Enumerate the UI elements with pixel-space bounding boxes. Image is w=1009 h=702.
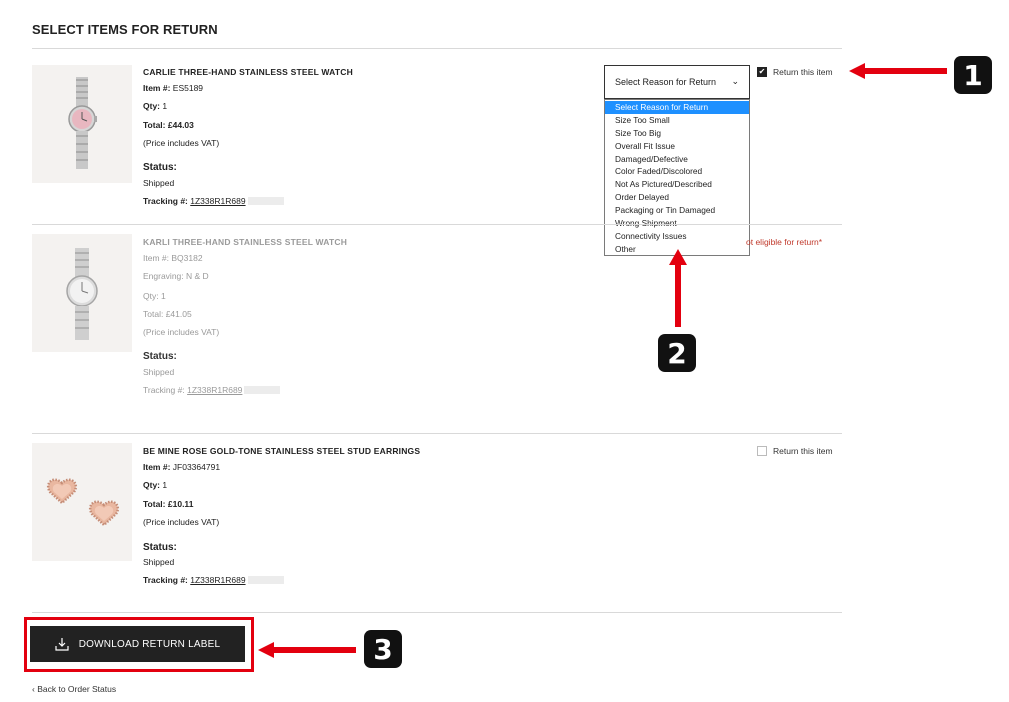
tracking-line: Tracking #: 1Z338R1R689 (143, 196, 284, 206)
product-name: KARLI THREE-HAND STAINLESS STEEL WATCH (143, 237, 348, 247)
engraving-line: Engraving: N & D (143, 271, 209, 281)
item-divider (32, 433, 842, 434)
return-checkbox-checked[interactable]: ✔ (757, 67, 767, 77)
item-number-line: Item #: ES5189 (143, 83, 203, 93)
return-this-item-1[interactable]: ✔ Return this item (757, 67, 833, 77)
item-number-line: Item #: JF03364791 (143, 462, 220, 472)
reason-option[interactable]: Connectivity Issues (605, 230, 749, 243)
page-title: SELECT ITEMS FOR RETURN (32, 22, 218, 37)
total-label: Total: (143, 499, 166, 509)
total-label: Total: (143, 309, 164, 319)
status-label: Status: (143, 162, 177, 173)
vat-note: (Price includes VAT) (143, 138, 220, 148)
back-to-order-status-link[interactable]: ‹ Back to Order Status (32, 684, 116, 694)
engraving-value: N & D (186, 271, 209, 281)
download-icon (55, 638, 69, 651)
annotation-arrow-left-3 (258, 642, 356, 658)
qty-value: 1 (162, 480, 168, 490)
item-divider (32, 224, 842, 225)
item-number: JF03364791 (172, 462, 221, 472)
qty-line: Qty: 1 (143, 291, 166, 301)
vat-note: (Price includes VAT) (143, 327, 220, 337)
tracking-label: Tracking #: (143, 385, 185, 395)
product-image-carlie-watch[interactable] (32, 65, 132, 183)
item-number-line: Item #: BQ3182 (143, 253, 203, 263)
vat-note: (Price includes VAT) (143, 517, 220, 527)
reason-option[interactable]: Color Faded/Discolored (605, 165, 749, 178)
item-number-label: Item #: (143, 253, 169, 263)
reason-select[interactable]: Select Reason for Return ⌄ (604, 65, 750, 99)
annotation-badge-3: 3 (364, 630, 402, 668)
chevron-down-icon: ⌄ (731, 76, 739, 86)
annotation-badge-2: 2 (658, 334, 696, 372)
back-link-label: Back to Order Status (37, 684, 117, 694)
annotation-badge-1: 1 (954, 56, 992, 94)
tracking-link[interactable]: 1Z338R1R689 (187, 385, 242, 395)
watch-pink-dial-icon (32, 65, 132, 183)
annotation-arrow-up-2 (669, 249, 687, 327)
reason-dropdown-list: Select Reason for Return Size Too Small … (604, 99, 750, 256)
return-checkbox[interactable] (757, 446, 767, 456)
annotation-arrow-left-1 (849, 63, 947, 79)
qty-value: 1 (160, 291, 166, 301)
total-line: Total: £41.05 (143, 309, 192, 319)
total-value: £41.05 (165, 309, 192, 319)
total-value: £10.11 (167, 499, 194, 509)
item-number: BQ3182 (171, 253, 203, 263)
title-divider (32, 48, 842, 49)
status-value: Shipped (143, 557, 175, 567)
reason-select-value: Select Reason for Return (615, 77, 717, 87)
return-this-item-3[interactable]: Return this item (757, 446, 833, 456)
qty-line: Qty: 1 (143, 480, 167, 490)
item-number-label: Item #: (143, 462, 171, 472)
status-label: Status: (143, 351, 177, 362)
total-line: Total: £10.11 (143, 499, 193, 509)
qty-label: Qty: (143, 480, 160, 490)
reason-option[interactable]: Select Reason for Return (605, 101, 749, 114)
product-image-karli-watch[interactable] (32, 234, 132, 352)
item-divider (32, 612, 842, 613)
download-return-label-button[interactable]: DOWNLOAD RETURN LABEL (30, 626, 245, 662)
download-button-label: DOWNLOAD RETURN LABEL (78, 638, 221, 650)
item-number: ES5189 (172, 83, 204, 93)
watch-silver-dial-icon (32, 234, 132, 352)
tracking-redaction (247, 576, 284, 584)
reason-option[interactable]: Damaged/Defective (605, 153, 749, 166)
return-checkbox-label: Return this item (773, 67, 833, 77)
tracking-label: Tracking #: (143, 196, 188, 206)
tracking-link[interactable]: 1Z338R1R689 (190, 196, 245, 206)
reason-option[interactable]: Order Delayed (605, 191, 749, 204)
tracking-redaction (244, 386, 281, 394)
reason-option[interactable]: Size Too Small (605, 114, 749, 127)
tracking-redaction (247, 197, 284, 205)
status-value: Shipped (143, 178, 175, 188)
chevron-left-icon: ‹ (32, 684, 35, 694)
return-checkbox-label: Return this item (773, 446, 833, 456)
qty-label: Qty: (143, 291, 159, 301)
engraving-label: Engraving: (143, 271, 184, 281)
heart-earrings-icon (32, 443, 132, 561)
total-label: Total: (143, 120, 166, 130)
product-name: BE MINE ROSE GOLD-TONE STAINLESS STEEL S… (143, 446, 421, 456)
product-image-earrings[interactable] (32, 443, 132, 561)
status-label: Status: (143, 542, 177, 553)
reason-option[interactable]: Not As Pictured/Described (605, 178, 749, 191)
product-name: CARLIE THREE-HAND STAINLESS STEEL WATCH (143, 67, 353, 77)
qty-line: Qty: 1 (143, 101, 167, 111)
tracking-line: Tracking #: 1Z338R1R689 (143, 575, 284, 585)
status-value: Shipped (143, 367, 175, 377)
qty-value: 1 (162, 101, 168, 111)
tracking-label: Tracking #: (143, 575, 188, 585)
tracking-line: Tracking #: 1Z338R1R689 (143, 385, 281, 395)
reason-option[interactable]: Size Too Big (605, 127, 749, 140)
reason-option[interactable]: Overall Fit Issue (605, 140, 749, 153)
total-line: Total: £44.03 (143, 120, 194, 130)
item-number-label: Item #: (143, 83, 171, 93)
tracking-link[interactable]: 1Z338R1R689 (190, 575, 245, 585)
not-eligible-notice: ot eligible for return* (746, 237, 823, 247)
qty-label: Qty: (143, 101, 160, 111)
reason-option[interactable]: Packaging or Tin Damaged (605, 204, 749, 217)
total-value: £44.03 (167, 120, 194, 130)
